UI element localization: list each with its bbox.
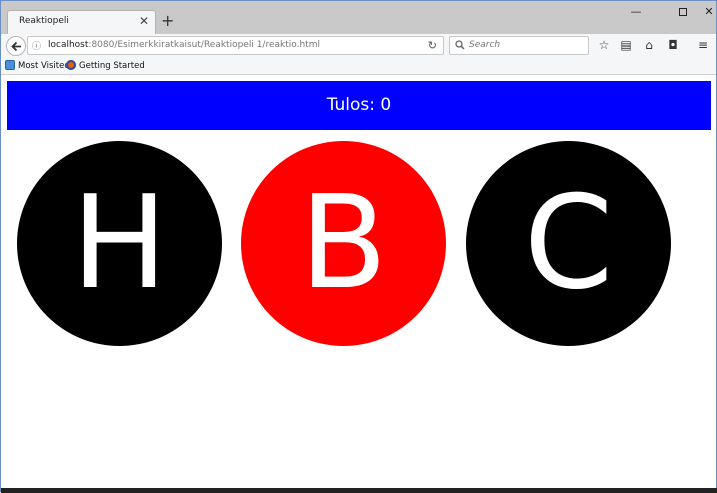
pocket-icon[interactable]: ◘ — [666, 38, 680, 52]
circle-letter: H — [71, 169, 168, 318]
close-window-button[interactable]: ✕ — [689, 4, 717, 20]
url-host: localhost — [48, 40, 89, 50]
circle-letter: B — [299, 169, 388, 318]
url-bar[interactable]: ⓘ localhost:8080/Esimerkkiratkaisut/Reak… — [27, 36, 444, 55]
search-input: Search — [469, 40, 501, 50]
taskbar-strip — [1, 488, 717, 493]
tab-title: Reaktiopeli — [19, 16, 69, 26]
bookmark-label: Getting Started — [79, 61, 145, 71]
circle-button-c[interactable]: C — [466, 141, 671, 346]
page-content: Tulos: 0 H B C — [1, 76, 716, 488]
firefox-icon — [66, 60, 76, 70]
most-visited-icon — [5, 60, 15, 70]
info-icon[interactable]: ⓘ — [32, 39, 41, 52]
url-text: localhost:8080/Esimerkkiratkaisut/Reakti… — [48, 40, 320, 50]
score-bar: Tulos: 0 — [7, 81, 711, 130]
reading-list-icon[interactable]: ▤ — [619, 38, 633, 52]
home-icon[interactable]: ⌂ — [642, 38, 656, 52]
bookmark-getting-started[interactable]: Getting Started — [66, 60, 145, 71]
bookmarks-toolbar: Most Visited Getting Started — [1, 57, 716, 75]
url-path: :8080/Esimerkkiratkaisut/Reaktiopeli 1/r… — [88, 40, 320, 50]
new-tab-button[interactable]: + — [161, 13, 174, 29]
circle-button-b[interactable]: B — [241, 141, 446, 346]
tab-strip: Reaktiopeli ✕ + — ✕ — [1, 1, 717, 35]
search-icon — [455, 40, 465, 50]
bookmark-label: Most Visited — [18, 61, 70, 71]
navigation-bar: ⓘ localhost:8080/Esimerkkiratkaisut/Reak… — [1, 34, 716, 57]
circle-letter: C — [523, 169, 614, 318]
search-bar[interactable]: Search — [449, 36, 589, 55]
tab-reaktiopeli[interactable]: Reaktiopeli ✕ — [7, 10, 156, 35]
browser-window: Reaktiopeli ✕ + — ✕ ⓘ localhost:8080/Esi… — [0, 0, 717, 493]
bookmark-most-visited[interactable]: Most Visited — [5, 60, 70, 71]
score-label: Tulos: 0 — [326, 95, 392, 115]
back-arrow-icon — [11, 41, 21, 52]
minimize-button[interactable]: — — [616, 4, 656, 20]
circle-button-h[interactable]: H — [17, 141, 222, 346]
reload-icon[interactable]: ↻ — [428, 39, 437, 52]
back-button[interactable] — [6, 36, 26, 56]
bookmark-star-icon[interactable]: ☆ — [597, 38, 611, 52]
tab-close-icon[interactable]: ✕ — [139, 14, 149, 28]
menu-icon[interactable]: ≡ — [696, 38, 710, 52]
